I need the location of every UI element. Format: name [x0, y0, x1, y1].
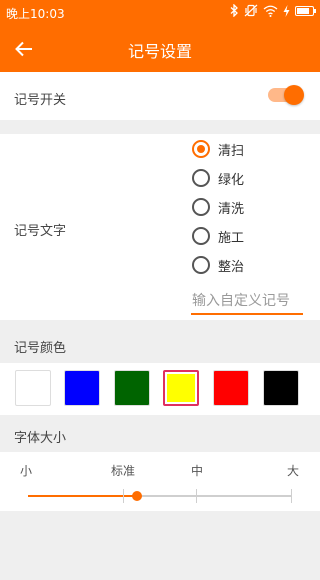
radio-option-rectification[interactable]: 整治	[192, 255, 244, 275]
color-swatch-green[interactable]	[114, 370, 150, 406]
mark-text-label: 记号文字	[14, 224, 67, 239]
size-level-label: 小	[20, 464, 33, 478]
radio-button[interactable]	[192, 169, 210, 187]
custom-mark-input[interactable]	[191, 289, 303, 315]
radio-option-greening[interactable]: 绿化	[192, 168, 244, 188]
mute-vibrate-icon	[244, 4, 258, 17]
font-size-slider-fill	[28, 495, 137, 497]
size-level-label: 标准	[111, 464, 136, 478]
radio-option-clean[interactable]: 清扫	[192, 139, 244, 159]
mark-text-section: 记号文字 清扫 绿化 清洗 施工 整治	[0, 134, 320, 320]
bluetooth-icon	[230, 4, 239, 17]
status-icons	[230, 4, 316, 17]
radio-button[interactable]	[192, 140, 210, 158]
radio-button[interactable]	[192, 227, 210, 245]
app-toolbar: 记号设置	[0, 24, 320, 72]
status-bar: 晚上10:03	[0, 0, 320, 24]
mark-switch-toggle[interactable]	[268, 85, 304, 105]
status-time: 晚上10:03	[6, 7, 65, 21]
font-size-label: 字体大小	[14, 431, 67, 446]
slider-tick	[196, 489, 197, 503]
color-swatch-black[interactable]	[263, 370, 299, 406]
charging-icon	[283, 4, 290, 17]
radio-label: 清扫	[218, 143, 245, 159]
slider-tick	[291, 489, 292, 503]
radio-option-washing[interactable]: 清洗	[192, 197, 244, 217]
mark-switch-row: 记号开关	[0, 72, 320, 120]
radio-button[interactable]	[192, 256, 210, 274]
radio-option-construction[interactable]: 施工	[192, 226, 244, 246]
size-level-label: 大	[287, 464, 300, 478]
battery-icon	[295, 5, 316, 16]
slider-tick	[123, 489, 124, 503]
toggle-knob	[284, 85, 304, 105]
page-title: 记号设置	[127, 42, 192, 61]
radio-label: 施工	[218, 230, 245, 246]
font-size-slider-thumb[interactable]	[132, 491, 142, 501]
wifi-icon	[263, 5, 278, 17]
color-swatch-blue[interactable]	[64, 370, 100, 406]
color-swatch-row	[0, 363, 320, 415]
color-swatch-yellow[interactable]	[163, 370, 199, 406]
radio-label: 整治	[218, 259, 245, 275]
radio-button[interactable]	[192, 198, 210, 216]
radio-label: 绿化	[218, 172, 245, 188]
radio-label: 清洗	[218, 201, 245, 217]
color-swatch-white[interactable]	[15, 370, 51, 406]
mark-switch-label: 记号开关	[14, 93, 67, 108]
font-size-slider-section: 小 标准 中 大	[0, 452, 320, 511]
color-swatch-red[interactable]	[213, 370, 249, 406]
font-size-slider-track[interactable]	[28, 495, 292, 497]
mark-color-label: 记号颜色	[14, 341, 67, 356]
size-level-label: 中	[191, 464, 204, 478]
